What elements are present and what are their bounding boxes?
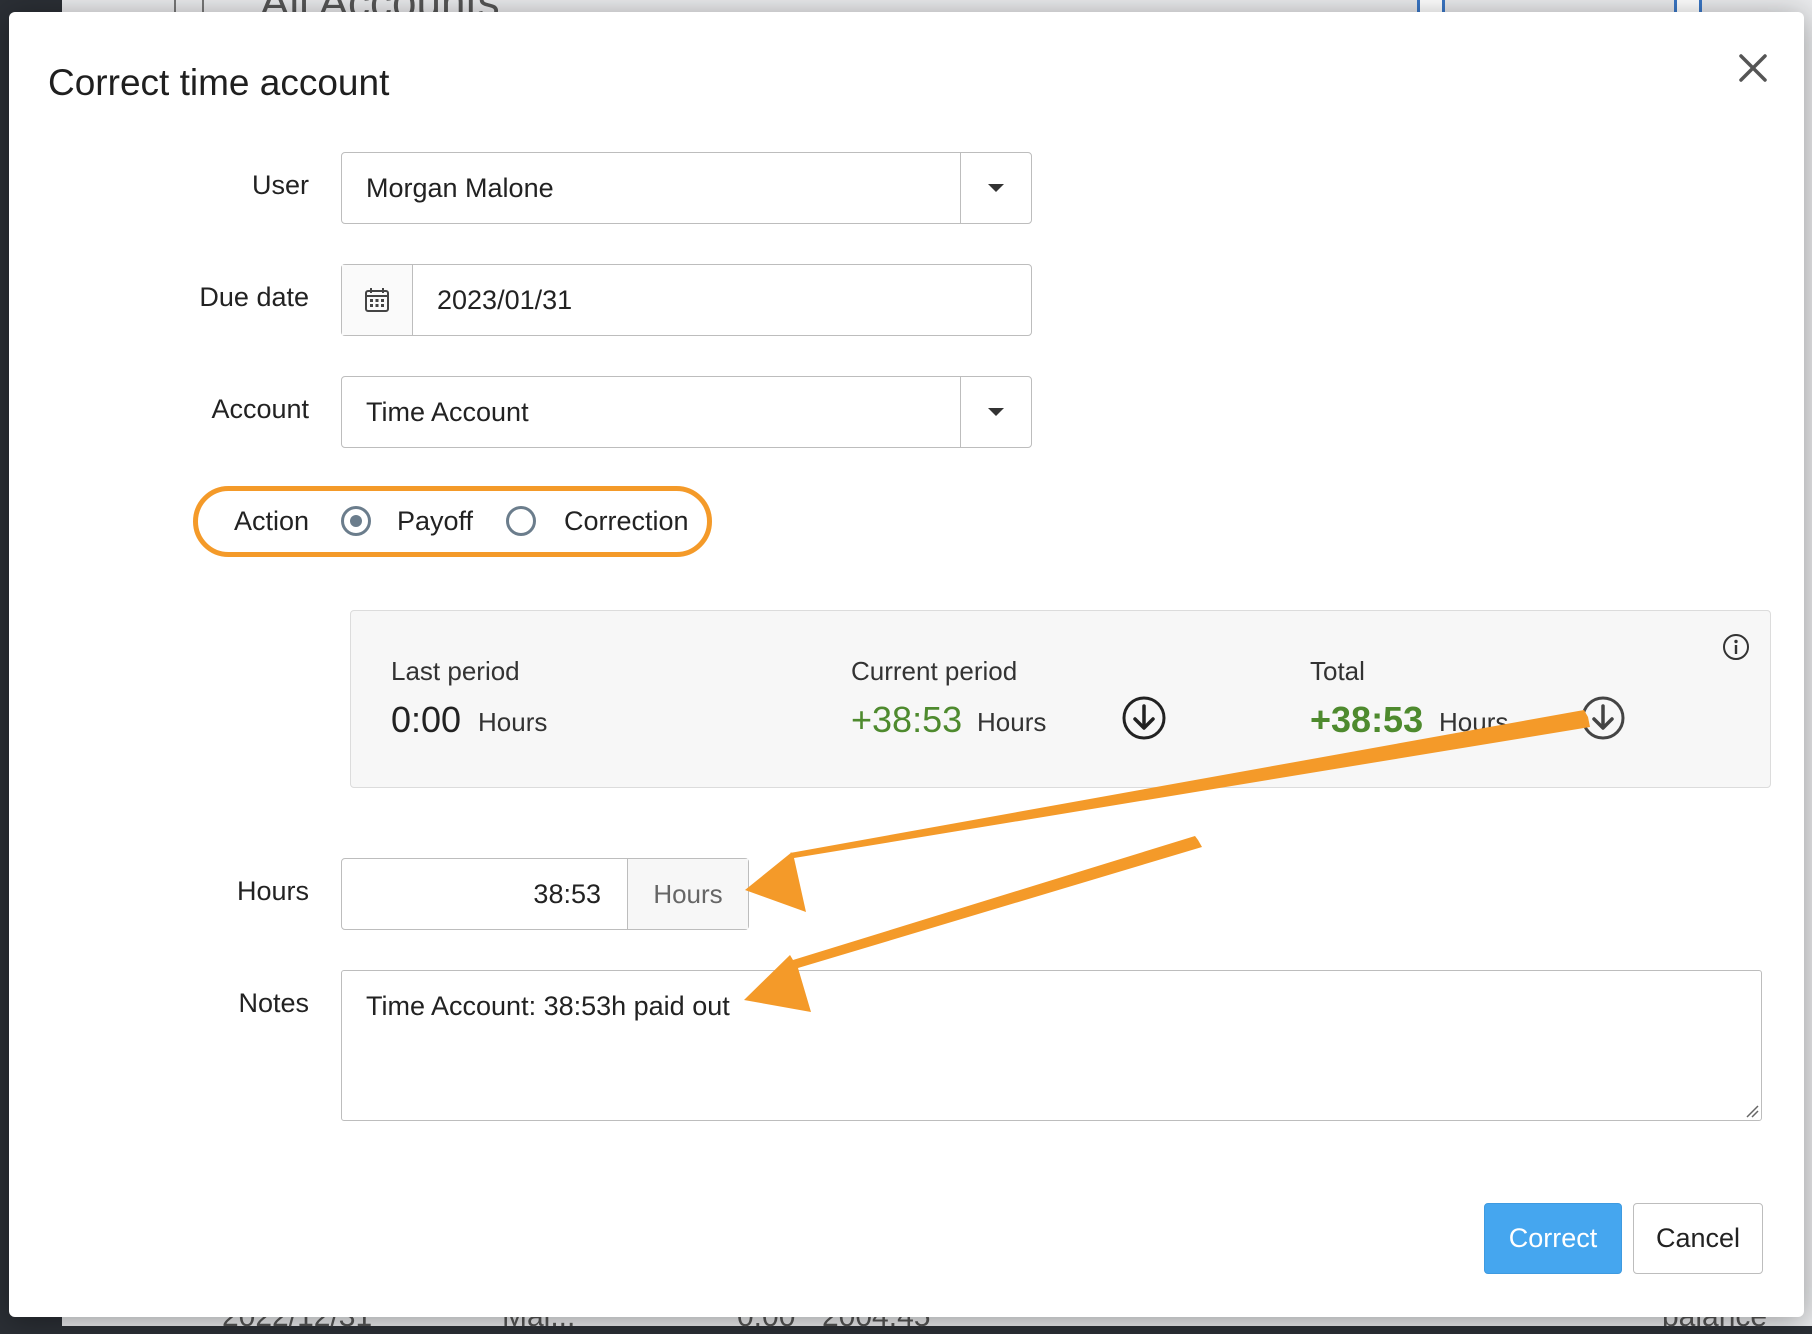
arrow-to-notes-annotation (744, 836, 1202, 1012)
annotation-arrows (744, 710, 1590, 1012)
arrow-to-hours-annotation (745, 710, 1590, 912)
